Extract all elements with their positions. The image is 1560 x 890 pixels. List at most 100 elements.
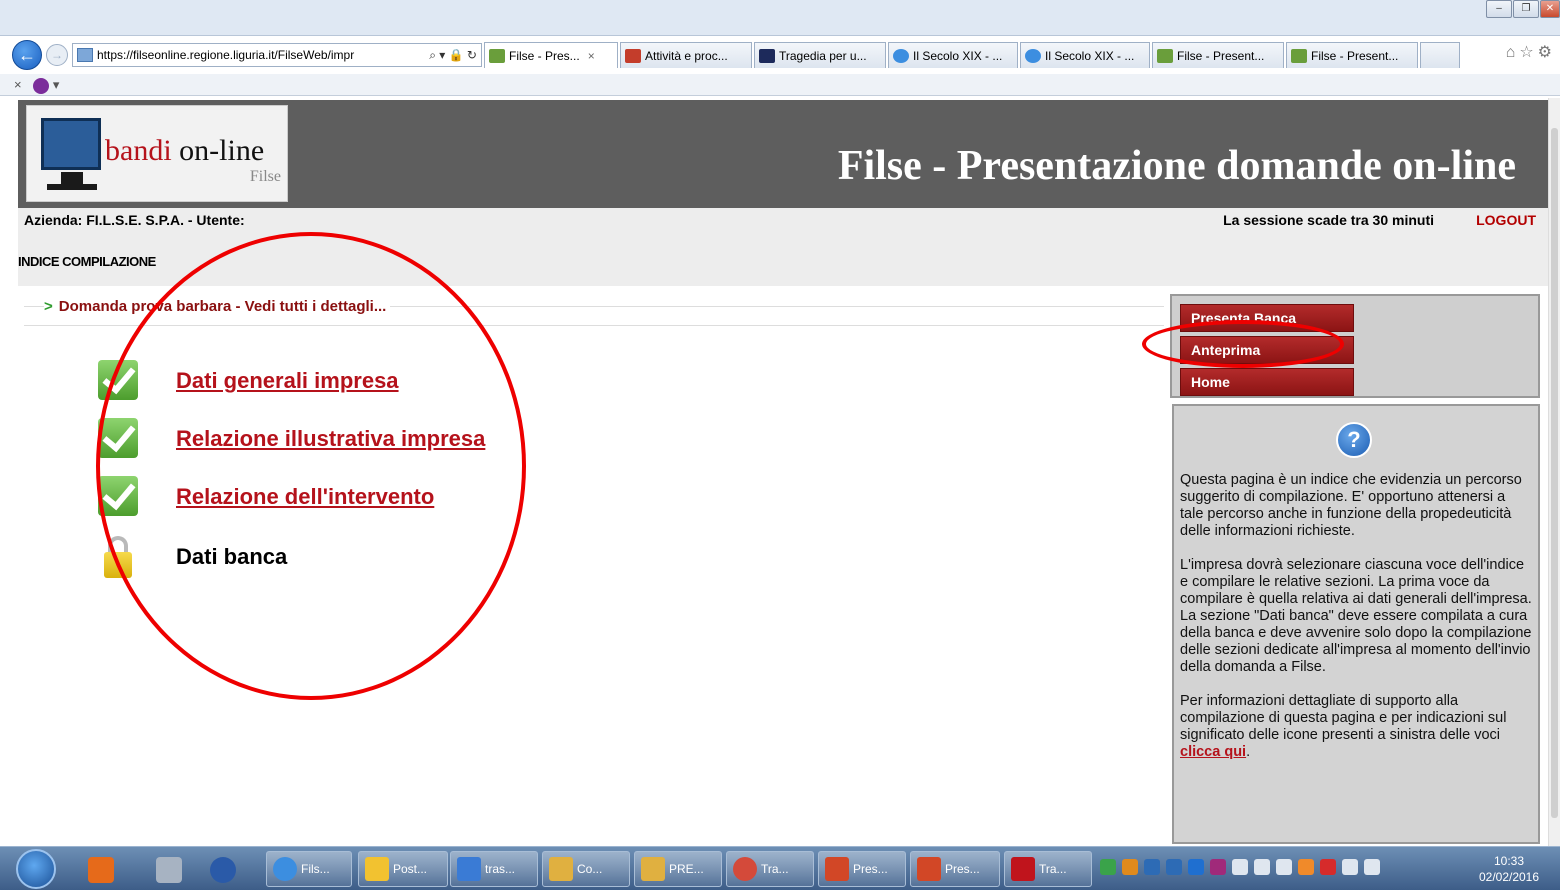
address-url[interactable]: https://filseonline.regione.liguria.it/F… <box>97 48 411 62</box>
browser-tab[interactable]: Il Secolo XIX - ... <box>888 42 1018 68</box>
app-pin-icon[interactable] <box>210 857 236 883</box>
tray-icon[interactable] <box>1100 859 1116 875</box>
address-controls[interactable]: ⌕ ▾ 🔒 ↻ <box>411 48 481 63</box>
help-link[interactable]: clicca qui <box>1180 744 1246 760</box>
dropdown-arrow-icon[interactable]: ▾ <box>53 77 60 92</box>
flag-icon[interactable] <box>1254 859 1270 875</box>
window-controls: – ❐ ✕ <box>1485 0 1560 20</box>
taskbar-item[interactable]: tras... <box>450 851 538 887</box>
powerpoint-icon <box>917 857 941 881</box>
arrow-icon: > <box>44 298 53 315</box>
help-icon: ? <box>1336 422 1372 458</box>
browser-tab[interactable]: Filse - Present... <box>1286 42 1418 68</box>
browser-titlebar: – ❐ ✕ <box>0 0 1560 36</box>
tab-close-icon[interactable]: × <box>588 49 595 63</box>
network-icon[interactable] <box>1342 859 1358 875</box>
tray-icon[interactable] <box>1188 859 1204 875</box>
help-text: Questa pagina è un indice che evidenzia … <box>1180 472 1532 778</box>
tray-icon[interactable] <box>1232 859 1248 875</box>
tray-icon[interactable] <box>1144 859 1160 875</box>
page-title: Filse - Presentazione domande on-line <box>837 143 1516 189</box>
clock-time: 10:33 <box>1493 854 1525 868</box>
gear-icon[interactable]: ⚙ <box>1538 44 1556 61</box>
pdf-icon <box>1011 857 1035 881</box>
home-button[interactable]: Home <box>1180 368 1354 396</box>
tray-icon[interactable] <box>1166 859 1182 875</box>
browser-tab[interactable]: Tragedia per u... <box>754 42 886 68</box>
address-bar[interactable]: https://filseonline.regione.liguria.it/F… <box>72 43 482 67</box>
calculator-pin-icon[interactable] <box>156 857 182 883</box>
browser-tab[interactable]: Attività e proc... <box>620 42 752 68</box>
volume-icon[interactable] <box>1364 859 1380 875</box>
transfer-icon <box>457 857 481 881</box>
taskbar-item[interactable]: Pres... <box>910 851 1000 887</box>
breadcrumb[interactable]: > Domanda prova barbara - Vedi tutti i de… <box>44 298 391 315</box>
forward-button[interactable]: → <box>46 44 68 66</box>
page-content: bandi on-line Filse Filse - Presentazion… <box>0 98 1548 846</box>
anteprima-button[interactable]: Anteprima <box>1180 336 1354 364</box>
taskbar-item[interactable]: Tra... <box>726 851 814 887</box>
tab-label: Il Secolo XIX - ... <box>913 48 1003 63</box>
company-user-label: Azienda: FI.L.S.E. S.P.A. - Utente: <box>24 212 245 228</box>
index-link[interactable]: Relazione illustrativa impresa <box>176 426 485 452</box>
browser-tab[interactable]: Filse - Pres... × <box>484 42 618 68</box>
site-header: bandi on-line Filse Filse - Presentazion… <box>18 100 1548 208</box>
close-window-button[interactable]: ✕ <box>1540 0 1560 18</box>
help-paragraph: L'impresa dovrà selezionare ciascuna voc… <box>1180 557 1532 607</box>
actions-panel: Presenta Banca Anteprima Home <box>1170 294 1540 398</box>
help-panel: ? Questa pagina è un indice che evidenzi… <box>1172 404 1540 844</box>
taskbar: Fils... Post... tras... Co... PRE... Tra… <box>0 846 1560 890</box>
page-scrollbar[interactable] <box>1548 98 1560 846</box>
breadcrumb-link[interactable]: Domanda prova barbara - Vedi tutti i det… <box>59 298 387 315</box>
tab-favicon-icon <box>759 48 775 63</box>
back-button[interactable]: ← <box>12 40 42 70</box>
browser-tabbar: ← → https://filseonline.regione.liguria.… <box>0 38 1560 72</box>
checkmark-icon <box>98 476 140 518</box>
session-timeout-label: La sessione scade tra 30 minuti <box>1223 212 1434 228</box>
index-link[interactable]: Relazione dell'intervento <box>176 484 434 510</box>
home-icon[interactable]: ⌂ <box>1506 44 1520 61</box>
minimize-button[interactable]: – <box>1486 0 1512 18</box>
tray-icon[interactable] <box>1122 859 1138 875</box>
outlook-pin-icon[interactable] <box>88 857 114 883</box>
index-item-dati-banca: Dati banca <box>98 536 287 578</box>
index-item-relazione-intervento: Relazione dell'intervento <box>98 476 434 518</box>
taskbar-item[interactable]: Pres... <box>818 851 906 887</box>
info-bar: Azienda: FI.L.S.E. S.P.A. - Utente: La s… <box>18 208 1548 286</box>
taskbar-item[interactable]: Tra... <box>1004 851 1092 887</box>
tray-icon[interactable] <box>1210 859 1226 875</box>
index-link[interactable]: Dati generali impresa <box>176 368 399 394</box>
tab-label: Attività e proc... <box>645 48 728 63</box>
new-tab-button[interactable] <box>1420 42 1460 68</box>
powerpoint-icon <box>825 857 849 881</box>
taskbar-item[interactable]: Co... <box>542 851 630 887</box>
clock[interactable]: 10:33 02/02/2016 <box>1474 853 1544 885</box>
tab-label: Il Secolo XIX - ... <box>1045 48 1135 63</box>
tab-label: Filse - Pres... <box>509 48 580 63</box>
star-icon[interactable]: ☆ <box>1519 44 1537 61</box>
chrome-icon <box>733 857 757 881</box>
help-paragraph: La sezione "Dati banca" deve essere comp… <box>1180 608 1532 675</box>
browser-tab[interactable]: Filse - Present... <box>1152 42 1284 68</box>
site-logo[interactable]: bandi on-line Filse <box>26 105 288 202</box>
tab-favicon-icon <box>625 48 641 63</box>
logout-link[interactable]: LOGOUT <box>1476 212 1536 228</box>
tray-icon[interactable] <box>1320 859 1336 875</box>
start-button[interactable] <box>16 849 56 889</box>
tray-icon[interactable] <box>1276 859 1292 875</box>
tab-favicon-icon <box>489 48 505 63</box>
tab-label: Tragedia per u... <box>779 48 867 63</box>
checkmark-icon <box>98 418 140 460</box>
taskbar-item[interactable]: PRE... <box>634 851 722 887</box>
restore-button[interactable]: ❐ <box>1513 0 1539 18</box>
taskbar-item[interactable]: Post... <box>358 851 448 887</box>
tray-icon[interactable] <box>1298 859 1314 875</box>
mail-icon <box>365 857 389 881</box>
pdf-addon-icon[interactable] <box>33 77 50 94</box>
logo-subtitle: Filse <box>249 168 281 185</box>
browser-tab[interactable]: Il Secolo XIX - ... <box>1020 42 1150 68</box>
presenta-banca-button[interactable]: Presenta Banca <box>1180 304 1354 332</box>
scrollbar-thumb[interactable] <box>1551 128 1558 818</box>
close-toolbar-icon[interactable]: × <box>14 77 22 92</box>
taskbar-item[interactable]: Fils... <box>266 851 352 887</box>
